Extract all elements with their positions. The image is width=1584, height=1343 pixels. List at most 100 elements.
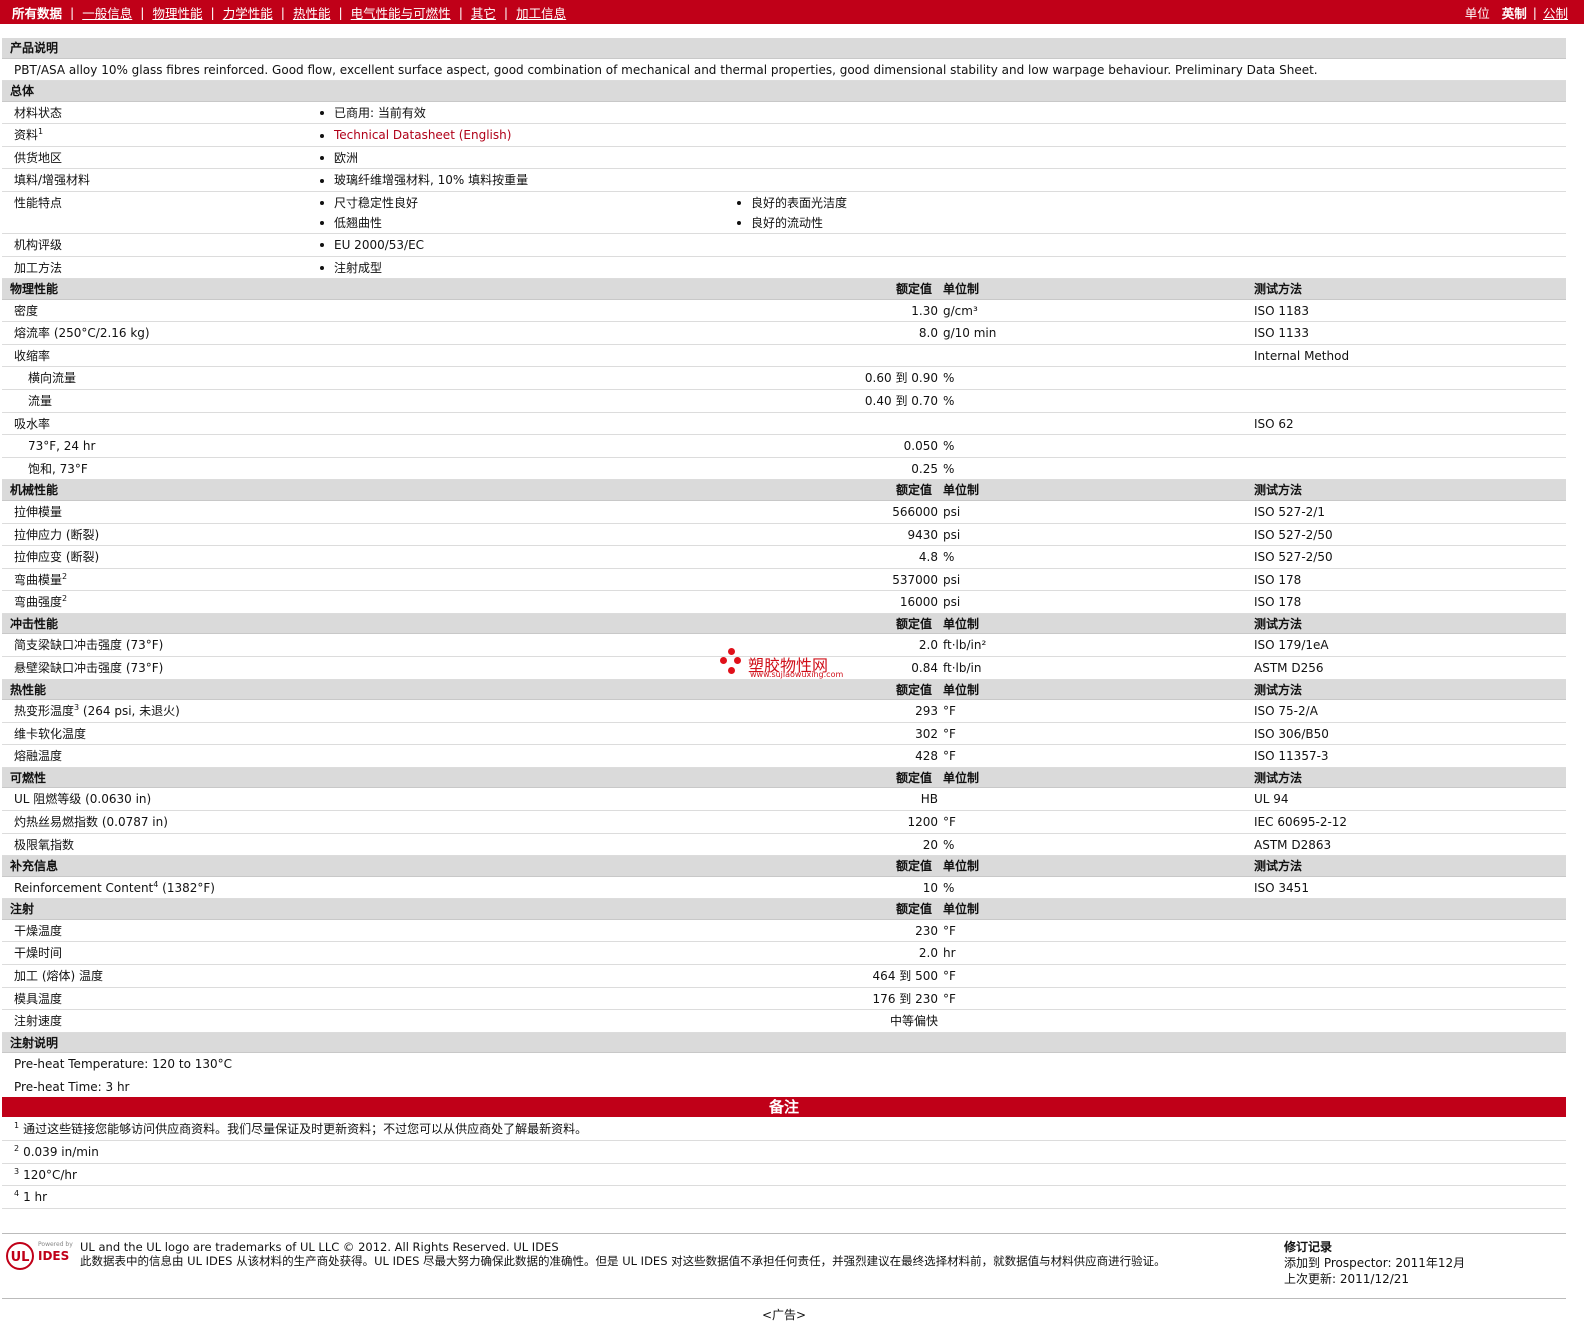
test-method: ISO 306/B50 (1254, 726, 1329, 741)
section-impact: 冲击性能 额定值 单位制 测试方法 (2, 613, 1566, 635)
property-unit: °F (943, 726, 956, 741)
top-nav-bar: 所有数据 | 一般信息 | 物理性能 | 力学性能 | 热性能 | 电气性能与可燃性 | 其它 | 加工信息… (0, 0, 1584, 24)
section-title: 产品说明 (10, 41, 59, 55)
tab-6[interactable]: 其它 (463, 3, 504, 22)
property-value: 8.0 (918, 326, 938, 341)
property-name: 弯曲强度2 (14, 594, 67, 610)
note-number: 1 (14, 1121, 20, 1130)
test-method: ISO 3451 (1254, 880, 1309, 895)
description-row: PBT/ASA alloy 10% glass fibres reinforce… (2, 59, 1566, 82)
test-method: ISO 179/1eA (1254, 638, 1329, 653)
col-header-value: 额定值 (896, 770, 933, 785)
footer-disclaimer: UL and the UL logo are trademarks of UL … (80, 1240, 1270, 1268)
property-name: 加工 (熔体) 温度 (14, 968, 103, 984)
tab-0[interactable]: 所有数据 (12, 3, 70, 22)
property-value: 中等偏快 (889, 1014, 938, 1029)
property-name: 极限氧指数 (14, 837, 74, 853)
revision-updated: 上次更新: 2011/12/21 (1284, 1272, 1410, 1286)
revision-history: 修订记录 添加到 Prospector: 2011年12月 上次更新: 2011… (1284, 1239, 1465, 1287)
tab-2[interactable]: 物理性能 (144, 3, 210, 22)
test-method: ISO 178 (1254, 572, 1302, 587)
property-name: 拉伸模量 (14, 504, 62, 520)
table-row: 拉伸应力 (断裂) 9430 psi ISO 527-2/50 (2, 524, 1566, 547)
bullet-text: 尺寸稳定性良好 (334, 195, 419, 210)
section-title: 注射 (10, 902, 35, 917)
bullet-item: 欧洲 (320, 150, 358, 166)
property-unit: °F (943, 923, 956, 938)
col-header-value: 额定值 (896, 902, 933, 917)
property-unit: g/cm³ (943, 303, 978, 318)
bullet-text[interactable]: Technical Datasheet (English) (334, 128, 511, 142)
note-number: 4 (14, 1189, 20, 1199)
table-row: 填料/增强材料 玻璃纤维增强材料, 10% 填料按重量 (2, 169, 1566, 192)
property-name: 注射速度 (14, 1013, 62, 1029)
tab-3[interactable]: 力学性能 (215, 3, 281, 22)
section-mechanical: 机械性能 额定值 单位制 测试方法 (2, 480, 1566, 501)
col-header-unit: 单位制 (943, 682, 980, 697)
property-label: 维卡软化温度 (14, 726, 87, 741)
table-row: Reinforcement Content4 (1382°F) 10% ISO 34… (2, 877, 1566, 900)
table-row: 模具温度 176 到 230 °F (2, 988, 1566, 1011)
property-name: 干燥时间 (14, 945, 62, 961)
table-row: 极限氧指数 20% ASTM D2863 (2, 834, 1566, 857)
footer-info: 此数据表中的信息由 UL IDES 从该材料的生产商处获得。UL IDES 尽最… (80, 1254, 1166, 1268)
property-label: 简支梁缺口冲击强度 (73°F) (14, 638, 164, 653)
units-imperial[interactable]: 英制 (1496, 3, 1533, 22)
units-metric-link[interactable]: 公制 (1537, 3, 1574, 22)
footnote-ref: 2 (62, 571, 68, 581)
section-additional: 补充信息 额定值 单位制 测试方法 (2, 856, 1566, 877)
property-name: 模具温度 (14, 991, 62, 1007)
injection-note-row: Pre-heat Time: 3 hr (2, 1076, 1566, 1099)
notes-list: 1 通过这些链接您能够访问供应商资料。我们尽量保证及时更新资料；不过您可以从供应商… (2, 1118, 1566, 1210)
property-name: 维卡软化温度 (14, 726, 86, 742)
property-name: 熔流率 (250°C/2.16 kg) (14, 325, 150, 341)
bullet-item: EU 2000/53/EC (320, 237, 424, 253)
property-unit: % (943, 461, 955, 476)
table-row: 干燥温度 230 °F (2, 920, 1566, 943)
property-unit: °F (943, 991, 956, 1006)
test-method: IEC 60695-2-12 (1254, 814, 1348, 829)
tab-5[interactable]: 电气性能与可燃性 (343, 3, 459, 22)
property-unit: % (943, 394, 955, 409)
property-unit: ft·lb/in² (943, 638, 987, 653)
property-unit: % (943, 880, 955, 895)
tab-4[interactable]: 热性能 (285, 3, 339, 22)
footnote-ref: 4 (153, 879, 159, 889)
property-unit: hr (943, 946, 956, 961)
property-value: 0.60 到 0.90 (864, 371, 938, 386)
col-header-method: 测试方法 (1254, 682, 1303, 697)
property-name: 熔融温度 (14, 748, 62, 764)
property-label: 弯曲强度 (14, 595, 63, 610)
revision-title: 修订记录 (1284, 1240, 1333, 1254)
property-label: 拉伸模量 (14, 504, 63, 519)
property-label: 填料/增强材料 (14, 173, 91, 188)
bullet-text: 玻璃纤维增强材料, 10% 填料按重量 (334, 173, 529, 188)
section-title: 补充信息 (10, 859, 59, 874)
property-name: 拉伸应变 (断裂) (14, 549, 99, 565)
revision-added: 添加到 Prospector: 2011年12月 (1284, 1256, 1466, 1270)
unit-switcher: 单位 英制 | 公制 (1459, 3, 1584, 22)
property-name: 资料1 (14, 127, 43, 143)
injection-note: Pre-heat Time: 3 hr (14, 1079, 130, 1094)
bullet-text: 良好的表面光洁度 (751, 195, 848, 210)
injection-note: Pre-heat Temperature: 120 to 130°C (14, 1057, 233, 1072)
property-value: 4.8 (918, 550, 938, 565)
bullet-item: 良好的表面光洁度 (737, 195, 847, 211)
bullet-icon (320, 243, 324, 248)
property-value: 537000 (892, 572, 938, 587)
property-name: 73°F, 24 hr (28, 438, 95, 454)
property-label: 性能特点 (14, 195, 63, 210)
section-general: 总体 (2, 81, 1566, 102)
property-label: 灼热丝易燃指数 (0.0787 in) (14, 814, 168, 829)
bullet-icon (320, 133, 324, 138)
tab-1[interactable]: 一般信息 (74, 3, 140, 22)
property-value: 464 到 500 (872, 968, 938, 983)
watermark-logo-icon (720, 648, 744, 678)
bullet-icon (320, 221, 324, 226)
bullet-icon (737, 201, 741, 206)
col-header-method: 测试方法 (1254, 282, 1303, 297)
property-label: 拉伸应变 (断裂) (14, 550, 100, 565)
test-method: Internal Method (1254, 348, 1350, 363)
tab-7[interactable]: 加工信息 (508, 3, 574, 22)
note-text: 0.039 in/min (23, 1144, 99, 1159)
